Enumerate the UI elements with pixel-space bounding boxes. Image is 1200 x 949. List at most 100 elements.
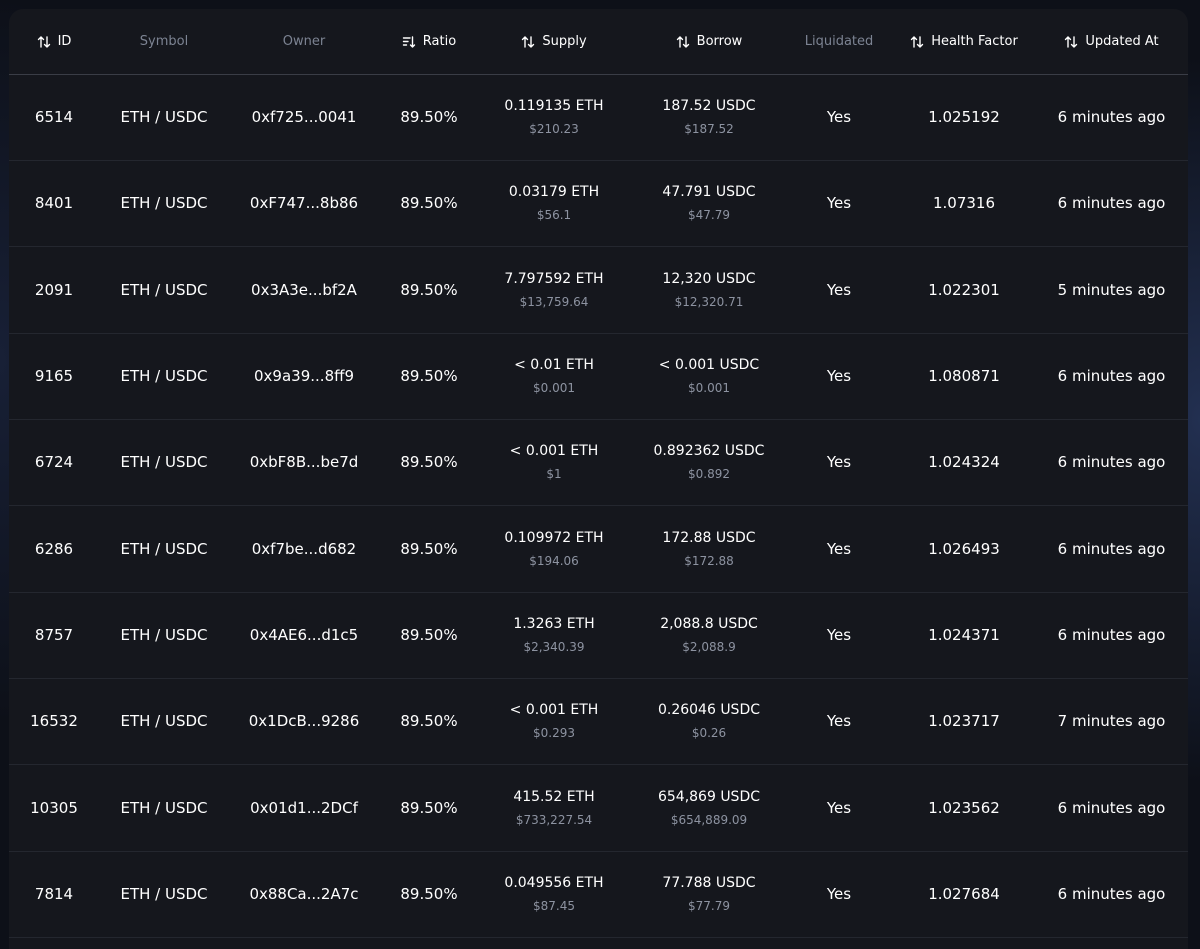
column-header-supply[interactable]: Supply <box>479 9 629 74</box>
position-liquidated: Yes <box>789 74 889 160</box>
updated-at-text: 6 minutes ago <box>1057 626 1166 645</box>
liquidated-status: Yes <box>826 626 852 645</box>
column-header-health-factor[interactable]: Health Factor <box>889 9 1039 74</box>
position-borrow: 2,088.8 USDC $2,088.9 <box>629 592 789 678</box>
borrow-usd-value: $0.001 <box>688 381 730 396</box>
position-ratio: 89.50% <box>379 333 479 419</box>
position-owner[interactable]: 0xf725...0041 <box>229 74 379 160</box>
column-header-label: Liquidated <box>804 34 874 49</box>
ratio-value: 89.50% <box>400 626 458 645</box>
owner-address[interactable]: 0x4AE6...d1c5 <box>250 626 358 644</box>
position-id: 2091 <box>9 247 99 333</box>
liquidated-status: Yes <box>826 539 852 558</box>
position-borrow: < 0.001 USDC $0.001 <box>629 333 789 419</box>
column-header-label: Ratio <box>422 34 457 49</box>
table-row[interactable]: 7814 ETH / USDC 0x88Ca...2A7c 89.50% 0.0… <box>9 851 1188 939</box>
owner-address[interactable]: 0x01d1...2DCf <box>250 799 358 817</box>
position-liquidated: Yes <box>789 678 889 764</box>
position-symbol: ETH / USDC <box>99 678 229 764</box>
column-header-updated-at[interactable]: Updated At <box>1039 9 1184 74</box>
owner-address[interactable]: 0x3A3e...bf2A <box>251 281 357 299</box>
owner-address[interactable]: 0x88Ca...2A7c <box>249 885 358 903</box>
supply-usd-value: $733,227.54 <box>515 812 593 827</box>
ratio-value: 89.50% <box>400 885 458 904</box>
position-owner[interactable]: 0x1DcB...9286 <box>229 678 379 764</box>
position-health-factor: 1.07316 <box>889 160 1039 246</box>
table-row[interactable]: 6286 ETH / USDC 0xf7be...d682 89.50% 0.1… <box>9 506 1188 593</box>
table-row[interactable]: 6724 ETH / USDC 0xbF8B...be7d 89.50% < 0… <box>9 419 1188 507</box>
health-factor-value: 1.027684 <box>928 885 1000 904</box>
sort-descending-icon <box>402 35 415 48</box>
supply-amount: 0.119135 ETH <box>504 98 604 114</box>
liquidated-status: Yes <box>826 712 852 731</box>
ratio-value: 89.50% <box>400 108 458 126</box>
table-row[interactable]: 2091 ETH / USDC 0x3A3e...bf2A 89.50% 7.7… <box>9 247 1188 334</box>
borrow-usd-value: $0.892 <box>688 467 730 482</box>
position-borrow: 47.791 USDC $47.79 <box>629 160 789 246</box>
health-factor-value: 1.022301 <box>928 280 1000 299</box>
position-ratio: 89.50% <box>379 160 479 246</box>
position-owner[interactable]: 0x88Ca...2A7c <box>229 851 379 937</box>
owner-address[interactable]: 0xF747...8b86 <box>250 194 358 212</box>
ratio-value: 89.50% <box>400 798 458 817</box>
owner-address[interactable]: 0xf7be...d682 <box>252 540 356 558</box>
table-header: ID Symbol Owner Ratio Supply Borrow Liqu… <box>9 9 1188 75</box>
borrow-amount: 187.52 USDC <box>662 98 756 114</box>
position-updated-at: 5 minutes ago <box>1039 247 1184 333</box>
position-symbol: ETH / USDC <box>99 333 229 419</box>
position-owner[interactable]: 0xF747...8b86 <box>229 160 379 246</box>
column-header-liquidated: Liquidated <box>789 9 889 74</box>
position-owner[interactable]: 0xbF8B...be7d <box>229 419 379 505</box>
owner-address[interactable]: 0x9a39...8ff9 <box>254 367 354 385</box>
position-owner[interactable]: 0xf7be...d682 <box>229 506 379 592</box>
liquidated-status: Yes <box>826 194 852 213</box>
position-symbol: ETH / USDC <box>99 592 229 678</box>
position-supply: < 0.01 ETH $0.001 <box>479 333 629 419</box>
position-symbol: ETH / USDC <box>99 74 229 160</box>
sort-arrows-icon <box>1065 35 1078 48</box>
updated-at-text: 6 minutes ago <box>1057 798 1166 817</box>
position-owner[interactable]: 0x9a39...8ff9 <box>229 333 379 419</box>
table-row[interactable]: 16532 ETH / USDC 0x1DcB...9286 89.50% < … <box>9 678 1188 766</box>
column-header-borrow[interactable]: Borrow <box>629 9 789 74</box>
table-row[interactable]: 8401 ETH / USDC 0xF747...8b86 89.50% 0.0… <box>9 160 1188 248</box>
owner-address[interactable]: 0x1DcB...9286 <box>249 712 360 730</box>
position-owner[interactable]: 0x4AE6...d1c5 <box>229 592 379 678</box>
position-liquidated: Yes <box>789 247 889 333</box>
owner-address[interactable]: 0xf725...0041 <box>252 108 357 126</box>
owner-address[interactable]: 0xbF8B...be7d <box>250 453 359 471</box>
borrow-amount: 47.791 USDC <box>662 184 756 201</box>
supply-amount: 0.049556 ETH <box>504 875 604 892</box>
position-id-text: 8757 <box>34 626 74 645</box>
position-liquidated: Yes <box>789 506 889 592</box>
supply-amount: 415.52 ETH <box>513 788 595 805</box>
position-liquidated: Yes <box>789 419 889 505</box>
liquidated-status: Yes <box>826 108 852 126</box>
ratio-value: 89.50% <box>400 453 458 472</box>
table-row[interactable]: 6514 ETH / USDC 0xf725...0041 89.50% 0.1… <box>9 74 1188 161</box>
updated-at-text: 7 minutes ago <box>1057 712 1166 731</box>
position-owner[interactable]: 0x3A3e...bf2A <box>229 247 379 333</box>
column-header-ratio[interactable]: Ratio <box>379 9 479 74</box>
column-header-label: Owner <box>282 34 326 49</box>
table-row[interactable]: 9165 ETH / USDC 0x9a39...8ff9 89.50% < 0… <box>9 333 1188 421</box>
position-owner[interactable]: 0x01d1...2DCf <box>229 765 379 851</box>
table-row[interactable]: 8757 ETH / USDC 0x4AE6...d1c5 89.50% 1.3… <box>9 592 1188 680</box>
column-header-id[interactable]: ID <box>9 9 99 74</box>
ratio-value: 89.50% <box>400 539 458 558</box>
supply-usd-value: $13,759.64 <box>519 294 589 309</box>
position-supply: 7.797592 ETH $13,759.64 <box>479 247 629 333</box>
supply-usd-value: $87.45 <box>533 899 575 914</box>
column-header-label: Symbol <box>139 34 189 49</box>
position-borrow: 172.88 USDC $172.88 <box>629 506 789 592</box>
updated-at-text: 6 minutes ago <box>1057 453 1166 472</box>
health-factor-value: 1.080871 <box>928 367 1000 386</box>
position-supply: 0.119135 ETH $210.23 <box>479 74 629 160</box>
table-row[interactable]: 10305 ETH / USDC 0x01d1...2DCf 89.50% 41… <box>9 765 1188 852</box>
position-borrow: 654,869 USDC $654,889.09 <box>629 765 789 851</box>
updated-at-text: 6 minutes ago <box>1057 194 1166 213</box>
position-liquidated: Yes <box>789 160 889 246</box>
position-symbol-text: ETH / USDC <box>120 798 208 817</box>
position-health-factor: 1.080871 <box>889 333 1039 419</box>
ratio-value: 89.50% <box>400 194 458 213</box>
